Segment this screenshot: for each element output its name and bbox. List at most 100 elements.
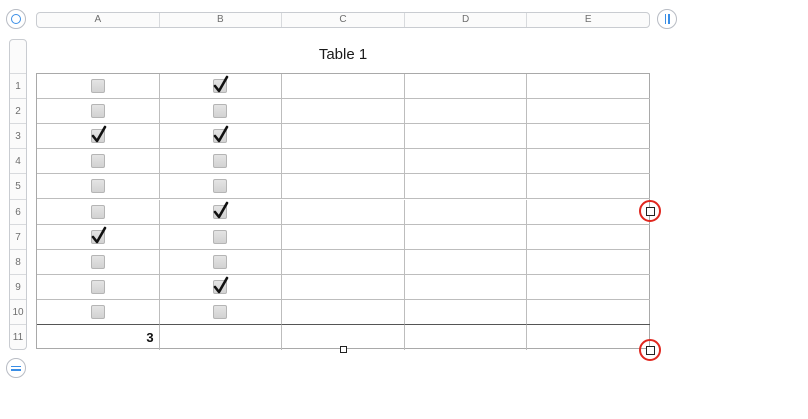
cell-e11[interactable]: [527, 325, 650, 350]
cell-e5[interactable]: [527, 174, 650, 200]
cell-a8[interactable]: [37, 249, 160, 275]
resize-handle-corner[interactable]: [645, 345, 655, 355]
cell-d4[interactable]: [404, 149, 528, 175]
resize-handle-right-highlight[interactable]: [639, 200, 661, 222]
cell-a1[interactable]: [37, 74, 160, 100]
cell-b11[interactable]: [160, 325, 283, 351]
checkbox[interactable]: [213, 229, 228, 244]
cell-c4[interactable]: [282, 149, 405, 175]
checkbox[interactable]: [90, 79, 105, 94]
cell-b7[interactable]: [159, 224, 283, 250]
cell-b6[interactable]: [159, 199, 283, 225]
checkbox[interactable]: [213, 276, 229, 294]
column-header-c[interactable]: C: [282, 13, 405, 27]
cell-c7[interactable]: [282, 224, 405, 250]
cell-e4[interactable]: [527, 149, 650, 175]
cell-c3[interactable]: [282, 124, 405, 150]
row-header-8[interactable]: 8: [10, 248, 26, 275]
checkbox[interactable]: [90, 304, 105, 319]
cell-d2[interactable]: [404, 99, 528, 125]
cell-a4[interactable]: [37, 149, 160, 175]
cell-b5[interactable]: [159, 174, 283, 200]
checkbox[interactable]: [213, 125, 229, 144]
cell-a6[interactable]: [37, 199, 160, 225]
checkbox[interactable]: [213, 75, 229, 94]
column-header-e[interactable]: E: [527, 13, 649, 27]
cell-e8[interactable]: [527, 250, 650, 275]
cell-e1[interactable]: [527, 74, 650, 100]
table-title[interactable]: Table 1: [36, 46, 650, 63]
row-header-5[interactable]: 5: [10, 173, 26, 199]
row-header-1[interactable]: 1: [10, 73, 26, 99]
cell-d7[interactable]: [404, 224, 528, 250]
checkbox[interactable]: [213, 201, 229, 219]
cell-b1[interactable]: [159, 74, 283, 100]
cell-a9[interactable]: [37, 274, 160, 300]
resize-handle-corner-highlight[interactable]: [639, 339, 661, 361]
cell-d1[interactable]: [404, 74, 528, 100]
select-table-button[interactable]: [6, 9, 26, 29]
add-row-button[interactable]: [6, 358, 26, 378]
cell-c2[interactable]: [282, 99, 405, 125]
cell-b3[interactable]: [159, 124, 283, 150]
cell-c5[interactable]: [282, 174, 405, 200]
add-column-button[interactable]: [657, 9, 677, 29]
cell-a5[interactable]: [37, 174, 160, 200]
column-header-d[interactable]: D: [405, 13, 528, 27]
checkbox[interactable]: [90, 179, 105, 194]
checkbox[interactable]: [213, 154, 228, 169]
checkbox[interactable]: [90, 279, 105, 294]
row-header-3[interactable]: 3: [10, 123, 26, 149]
column-header-b[interactable]: B: [160, 13, 283, 27]
checkbox[interactable]: [213, 304, 228, 319]
checkbox[interactable]: [90, 254, 105, 269]
row-header-7[interactable]: 7: [10, 223, 26, 250]
row-header-9[interactable]: 9: [10, 273, 26, 300]
cell-e2[interactable]: [527, 99, 650, 125]
checkbox[interactable]: [90, 125, 107, 144]
checkbox[interactable]: [90, 204, 105, 219]
cell-a11[interactable]: 3: [37, 325, 160, 351]
row-header-4[interactable]: 4: [10, 148, 26, 174]
cell-d5[interactable]: [404, 174, 528, 200]
row-header-10[interactable]: 10: [10, 298, 26, 325]
checkbox[interactable]: [90, 104, 105, 119]
row-header-2[interactable]: 2: [10, 98, 26, 124]
checkbox[interactable]: [213, 254, 228, 269]
cell-e7[interactable]: [527, 225, 650, 250]
checkbox[interactable]: [213, 104, 228, 119]
cell-d11[interactable]: [405, 325, 528, 351]
row-header-11[interactable]: 11: [10, 324, 26, 350]
column-header-a[interactable]: A: [37, 13, 160, 27]
cell-e10[interactable]: [527, 300, 650, 325]
cell-c8[interactable]: [282, 249, 405, 275]
resize-handle-bottom[interactable]: [340, 346, 347, 353]
cell-c6[interactable]: [282, 199, 405, 225]
cell-a7[interactable]: [37, 224, 160, 250]
cell-b2[interactable]: [159, 99, 283, 125]
cell-c9[interactable]: [282, 274, 405, 300]
cell-d6[interactable]: [404, 199, 528, 225]
cell-b4[interactable]: [159, 149, 283, 175]
cell-e9[interactable]: [527, 275, 650, 300]
resize-handle-right[interactable]: [645, 206, 655, 216]
cell-b9[interactable]: [159, 274, 283, 300]
cell-e6[interactable]: [527, 200, 650, 225]
cell-e3[interactable]: [527, 124, 650, 150]
cell-d3[interactable]: [404, 124, 528, 150]
cell-d8[interactable]: [404, 249, 528, 275]
checkbox[interactable]: [213, 179, 228, 194]
cell-a10[interactable]: [37, 299, 160, 325]
cell-b10[interactable]: [159, 299, 283, 325]
checkbox[interactable]: [90, 226, 107, 244]
cell-d10[interactable]: [404, 299, 528, 325]
footer-sum-value: 3: [146, 330, 154, 345]
cell-a2[interactable]: [37, 99, 160, 125]
row-header-6[interactable]: 6: [10, 198, 26, 225]
cell-b8[interactable]: [159, 249, 283, 275]
cell-d9[interactable]: [404, 274, 528, 300]
cell-c1[interactable]: [282, 74, 405, 100]
cell-a3[interactable]: [37, 124, 160, 150]
checkbox[interactable]: [90, 154, 105, 169]
cell-c10[interactable]: [282, 299, 405, 325]
